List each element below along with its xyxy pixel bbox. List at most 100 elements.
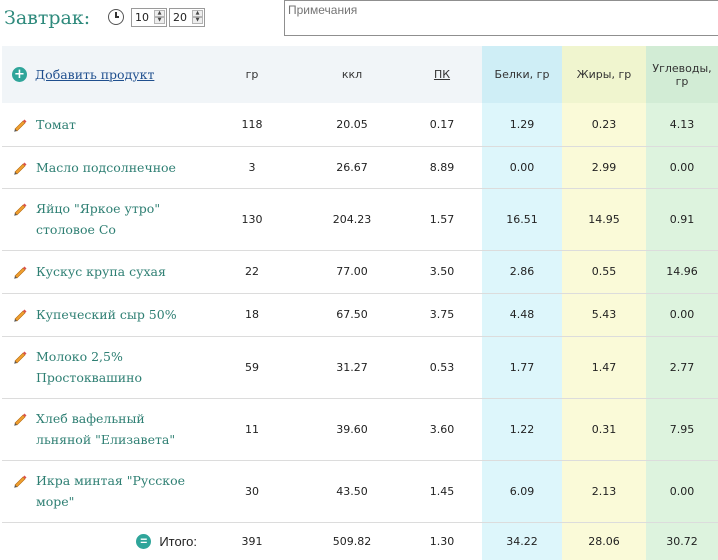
fat-cell: 5.43 xyxy=(562,293,646,337)
fat-cell: 0.23 xyxy=(562,103,646,147)
table-row: Кускус крупа сухая 22 77.00 3.50 2.86 0.… xyxy=(2,250,718,294)
total-kcal: 509.82 xyxy=(332,534,372,548)
product-name-cell: Томат xyxy=(2,103,202,147)
gi-cell: 1.45 xyxy=(402,460,482,523)
product-name: Хлеб вафельный льняной "Елизавета" xyxy=(36,411,176,447)
totals-label-cell: = Итого: xyxy=(2,522,202,560)
gi-cell: 1.57 xyxy=(402,188,482,251)
gi-cell: 3.60 xyxy=(402,398,482,461)
table-row: Купеческий сыр 50% 18 67.50 3.75 4.48 5.… xyxy=(2,293,718,337)
product-name-cell: Купеческий сыр 50% xyxy=(2,293,202,337)
grams-cell: 59 xyxy=(202,336,302,399)
kcal-cell: 26.67 xyxy=(302,146,402,189)
kcal-cell: 39.60 xyxy=(302,398,402,461)
gi-cell: 0.53 xyxy=(402,336,482,399)
notes-textarea[interactable] xyxy=(284,0,718,36)
gi-cell: 3.50 xyxy=(402,250,482,294)
pencil-icon[interactable] xyxy=(12,200,28,216)
kcal-cell: 43.50 xyxy=(302,460,402,523)
spinner-down-icon[interactable]: ▼ xyxy=(154,17,165,24)
add-product-link[interactable]: Добавить продукт xyxy=(35,67,154,82)
gi-header-link[interactable]: ПК xyxy=(434,68,450,81)
add-circle-icon[interactable]: + xyxy=(12,67,27,82)
carbs-cell: 0.00 xyxy=(646,293,718,337)
hours-spinner[interactable]: 10 ▲ ▼ xyxy=(131,8,167,27)
product-name: Томат xyxy=(36,116,76,132)
pencil-icon[interactable] xyxy=(12,348,28,364)
protein-cell: 2.86 xyxy=(482,250,562,294)
kcal-cell: 20.05 xyxy=(302,103,402,147)
total-protein: 34.22 xyxy=(482,522,562,560)
table-header-row: + Добавить продукт гр ккл ПК Белки, гр Ж… xyxy=(2,46,718,103)
pencil-icon[interactable] xyxy=(12,472,28,488)
col-kcal-header: ккл xyxy=(302,46,402,103)
product-name: Масло подсолнечное xyxy=(36,159,176,175)
spinner-down-icon[interactable]: ▼ xyxy=(192,17,203,24)
gi-cell: 0.17 xyxy=(402,103,482,147)
equals-circle-icon: = xyxy=(136,533,152,549)
clock-icon xyxy=(108,9,124,25)
grams-cell: 18 xyxy=(202,293,302,337)
pencil-icon[interactable] xyxy=(12,410,28,426)
carbs-cell: 7.95 xyxy=(646,398,718,461)
table-row: Молоко 2,5% Простоквашино 59 31.27 0.53 … xyxy=(2,336,718,399)
grams-cell: 130 xyxy=(202,188,302,251)
meal-header: Завтрак: 10 ▲ ▼ 20 ▲ ▼ xyxy=(0,0,718,46)
totals-row: = Итого: 391 509.82 1.30 34.22 28.06 30.… xyxy=(2,522,718,560)
grams-cell: 22 xyxy=(202,250,302,294)
minutes-spinner[interactable]: 20 ▲ ▼ xyxy=(169,8,205,27)
add-product-cell: + Добавить продукт xyxy=(2,46,202,103)
protein-cell: 0.00 xyxy=(482,146,562,189)
fat-cell: 0.55 xyxy=(562,250,646,294)
pencil-icon[interactable] xyxy=(12,116,28,132)
total-grams: 391 xyxy=(241,534,263,548)
carbs-cell: 2.77 xyxy=(646,336,718,399)
product-name-cell: Яйцо "Яркое утро" столовое Со xyxy=(2,188,202,251)
kcal-cell: 77.00 xyxy=(302,250,402,294)
total-gi: 1.30 xyxy=(429,534,455,548)
total-fat: 28.06 xyxy=(562,522,646,560)
product-name: Кускус крупа сухая xyxy=(36,264,166,279)
meal-table: + Добавить продукт гр ккл ПК Белки, гр Ж… xyxy=(2,46,718,560)
carbs-cell: 14.96 xyxy=(646,250,718,294)
pencil-icon[interactable] xyxy=(12,159,28,175)
carbs-cell: 0.00 xyxy=(646,146,718,189)
product-name: Яйцо "Яркое утро" столовое Со xyxy=(36,201,161,237)
product-name-cell: Масло подсолнечное xyxy=(2,146,202,189)
protein-cell: 6.09 xyxy=(482,460,562,523)
protein-cell: 16.51 xyxy=(482,188,562,251)
product-name: Купеческий сыр 50% xyxy=(36,307,177,322)
grams-cell: 118 xyxy=(202,103,302,147)
spinner-up-icon[interactable]: ▲ xyxy=(154,10,165,17)
kcal-cell: 31.27 xyxy=(302,336,402,399)
product-name-cell: Хлеб вафельный льняной "Елизавета" xyxy=(2,398,202,461)
pencil-icon[interactable] xyxy=(12,263,28,279)
protein-cell: 1.29 xyxy=(482,103,562,147)
fat-cell: 0.31 xyxy=(562,398,646,461)
product-name-cell: Кускус крупа сухая xyxy=(2,250,202,294)
hours-value[interactable]: 10 xyxy=(135,11,149,24)
total-carbs: 30.72 xyxy=(646,522,718,560)
table-row: Икра минтая "Русское море" 30 43.50 1.45… xyxy=(2,460,718,523)
grams-cell: 11 xyxy=(202,398,302,461)
minutes-value[interactable]: 20 xyxy=(173,11,187,24)
col-fat-header: Жиры, гр xyxy=(562,46,646,103)
fat-cell: 2.99 xyxy=(562,146,646,189)
kcal-cell: 67.50 xyxy=(302,293,402,337)
spinner-up-icon[interactable]: ▲ xyxy=(192,10,203,17)
protein-cell: 1.22 xyxy=(482,398,562,461)
carbs-cell: 4.13 xyxy=(646,103,718,147)
fat-cell: 14.95 xyxy=(562,188,646,251)
col-gi-header[interactable]: ПК xyxy=(402,46,482,103)
table-row: Хлеб вафельный льняной "Елизавета" 11 39… xyxy=(2,398,718,461)
grams-cell: 3 xyxy=(202,146,302,189)
product-name: Молоко 2,5% Простоквашино xyxy=(36,349,142,385)
table-row: Томат 118 20.05 0.17 1.29 0.23 4.13 xyxy=(2,103,718,147)
fat-cell: 1.47 xyxy=(562,336,646,399)
carbs-cell: 0.00 xyxy=(646,460,718,523)
col-protein-header: Белки, гр xyxy=(482,46,562,103)
product-name-cell: Молоко 2,5% Простоквашино xyxy=(2,336,202,399)
pencil-icon[interactable] xyxy=(12,306,28,322)
gi-cell: 8.89 xyxy=(402,146,482,189)
meal-title: Завтрак: xyxy=(4,7,91,29)
